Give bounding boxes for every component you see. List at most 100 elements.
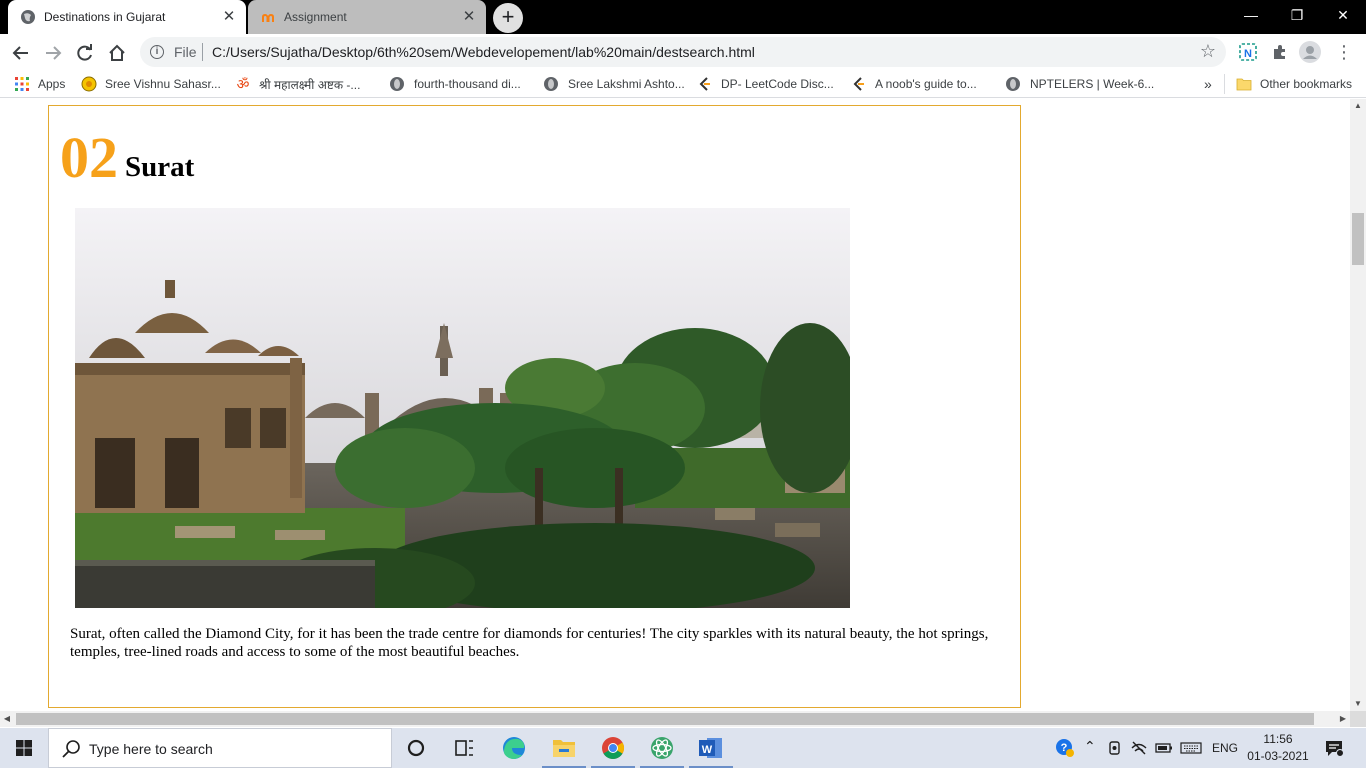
bookmarks-divider <box>1224 74 1225 94</box>
battery-icon[interactable] <box>1155 739 1173 760</box>
vertical-scrollbar[interactable]: ▲ ▼ <box>1350 99 1366 711</box>
bookmark-other-folder[interactable]: Other bookmarks <box>1236 75 1352 93</box>
word-taskbar-button[interactable]: W <box>687 728 735 768</box>
meet-now-icon[interactable] <box>1106 739 1124 760</box>
bookmark-apps[interactable]: Apps <box>14 75 65 93</box>
destination-name: Surat <box>125 151 195 183</box>
globe-icon <box>390 77 404 91</box>
scrollbar-corner <box>1350 711 1366 727</box>
bookmark-label: Apps <box>38 77 66 91</box>
keyboard-icon[interactable] <box>1180 739 1202 760</box>
restore-button[interactable]: ❐ <box>1274 0 1320 30</box>
home-icon <box>109 44 125 61</box>
chrome-icon <box>602 737 624 759</box>
tab-destinations[interactable]: Destinations in Gujarat ✕ <box>8 0 246 34</box>
browser-toolbar: i File C:/Users/Sujatha/Desktop/6th%20se… <box>0 34 1366 70</box>
info-icon[interactable]: i <box>150 45 164 59</box>
chrome-taskbar-button[interactable] <box>589 728 637 768</box>
url-scheme-label: File <box>174 44 197 60</box>
arrow-left-icon <box>12 46 28 60</box>
forward-button[interactable] <box>40 40 66 66</box>
show-hidden-icons-chevron-icon[interactable]: ⌃ <box>1084 738 1096 755</box>
close-tab-icon[interactable]: ✕ <box>220 8 238 26</box>
bookmark-label: श्री महालक्ष्मी अष्टक -... <box>259 77 361 92</box>
bookmark-lakshmi-ashtottara[interactable]: Sree Lakshmi Ashto... <box>544 75 685 93</box>
home-button[interactable] <box>104 40 130 66</box>
vertical-scroll-thumb[interactable] <box>1352 213 1364 265</box>
bookmark-label: A noob's guide to... <box>875 77 977 91</box>
bookmark-leetcode-dp[interactable]: DP- LeetCode Disc... <box>697 75 834 93</box>
profile-avatar[interactable] <box>1298 40 1322 64</box>
edge-taskbar-button[interactable] <box>490 728 538 768</box>
address-bar[interactable]: i File C:/Users/Sujatha/Desktop/6th%20se… <box>140 37 1226 67</box>
overflow-chevron-icon: » <box>1204 76 1212 92</box>
bookmark-fourth-thousand[interactable]: fourth-thousand di... <box>390 75 521 93</box>
start-button[interactable] <box>0 728 48 768</box>
om-icon: ॐ <box>236 76 250 92</box>
word-icon: W <box>699 738 722 758</box>
bookmark-label: Sree Lakshmi Ashto... <box>568 77 685 91</box>
horizontal-scrollbar[interactable]: ◀ ▶ <box>0 711 1350 727</box>
bookmarks-overflow-button[interactable]: » <box>1204 75 1212 93</box>
moodle-icon <box>262 14 274 22</box>
task-view-button[interactable] <box>440 728 488 768</box>
clock-date: 01-03-2021 <box>1247 749 1309 763</box>
task-view-icon <box>455 740 473 756</box>
bookmark-vishnu[interactable]: Sree Vishnu Sahasr... <box>81 75 221 93</box>
svg-text:N: N <box>1244 48 1252 60</box>
atom-taskbar-button[interactable] <box>638 728 686 768</box>
close-window-button[interactable]: ✕ <box>1320 0 1366 30</box>
cortana-button[interactable] <box>392 728 440 768</box>
omnibox-divider <box>202 43 203 61</box>
notification-center-icon[interactable] <box>1324 738 1344 761</box>
url-text[interactable]: C:/Users/Sujatha/Desktop/6th%20sem/Webde… <box>212 44 755 60</box>
sun-icon <box>81 76 97 92</box>
new-tab-button[interactable]: + <box>493 3 523 33</box>
svg-text:W: W <box>702 744 713 756</box>
scroll-left-arrow-icon[interactable]: ◀ <box>0 711 14 727</box>
extensions-puzzle-icon[interactable] <box>1268 40 1292 64</box>
bookmark-label: Other bookmarks <box>1260 77 1353 91</box>
bookmark-label: Sree Vishnu Sahasr... <box>105 77 221 91</box>
close-tab-icon[interactable]: ✕ <box>460 8 478 26</box>
destination-number: 02 <box>60 125 118 190</box>
windows-logo-icon <box>16 740 32 756</box>
globe-icon <box>544 77 558 91</box>
scroll-right-arrow-icon[interactable]: ▶ <box>1336 711 1350 727</box>
horizontal-scroll-thumb[interactable] <box>16 713 1314 725</box>
apps-grid-icon <box>15 77 29 91</box>
minimize-button[interactable]: — <box>1228 0 1274 30</box>
reload-icon <box>77 44 92 61</box>
bookmark-label: NPTELERS | Week-6... <box>1030 77 1155 91</box>
scroll-down-arrow-icon[interactable]: ▼ <box>1350 697 1366 711</box>
help-tray-icon[interactable]: ? <box>1055 738 1075 761</box>
tab-strip: Destinations in Gujarat ✕ Assignment ✕ +… <box>0 0 1366 34</box>
bookmarks-bar: Apps Sree Vishnu Sahasr... ॐ श्री महालक्… <box>0 70 1366 98</box>
back-button[interactable] <box>8 40 34 66</box>
notion-extension-icon[interactable]: N <box>1236 40 1260 64</box>
system-clock[interactable]: 11:56 01-03-2021 <box>1243 731 1313 765</box>
language-indicator[interactable]: ENG <box>1212 741 1238 755</box>
leetcode-icon <box>699 77 710 91</box>
network-offline-icon[interactable] <box>1130 739 1148 760</box>
tab-assignment[interactable]: Assignment ✕ <box>248 0 486 34</box>
leetcode-icon <box>853 77 864 91</box>
file-explorer-taskbar-button[interactable] <box>540 728 588 768</box>
page-viewport: 02 Surat Surat, often called the Diamond… <box>0 99 1350 711</box>
globe-icon <box>21 10 35 24</box>
menu-kebab-icon[interactable]: ⋮ <box>1332 40 1356 64</box>
bookmark-mahalakshmi[interactable]: ॐ श्री महालक्ष्मी अष्टक -... <box>235 75 361 93</box>
reload-button[interactable] <box>72 40 98 66</box>
edge-icon <box>503 737 525 759</box>
scroll-up-arrow-icon[interactable]: ▲ <box>1350 99 1366 113</box>
taskbar-search[interactable]: Type here to search <box>48 728 392 768</box>
tab-title: Assignment <box>284 10 347 24</box>
bookmark-label: fourth-thousand di... <box>414 77 521 91</box>
arrow-right-icon <box>46 46 62 60</box>
bookmark-nptelers[interactable]: NPTELERS | Week-6... <box>1006 75 1154 93</box>
search-icon <box>62 740 80 758</box>
bookmark-star-icon[interactable]: ☆ <box>1200 41 1216 62</box>
bookmark-noob-guide[interactable]: A noob's guide to... <box>851 75 977 93</box>
atom-icon <box>651 737 673 759</box>
bookmark-label: DP- LeetCode Disc... <box>721 77 834 91</box>
